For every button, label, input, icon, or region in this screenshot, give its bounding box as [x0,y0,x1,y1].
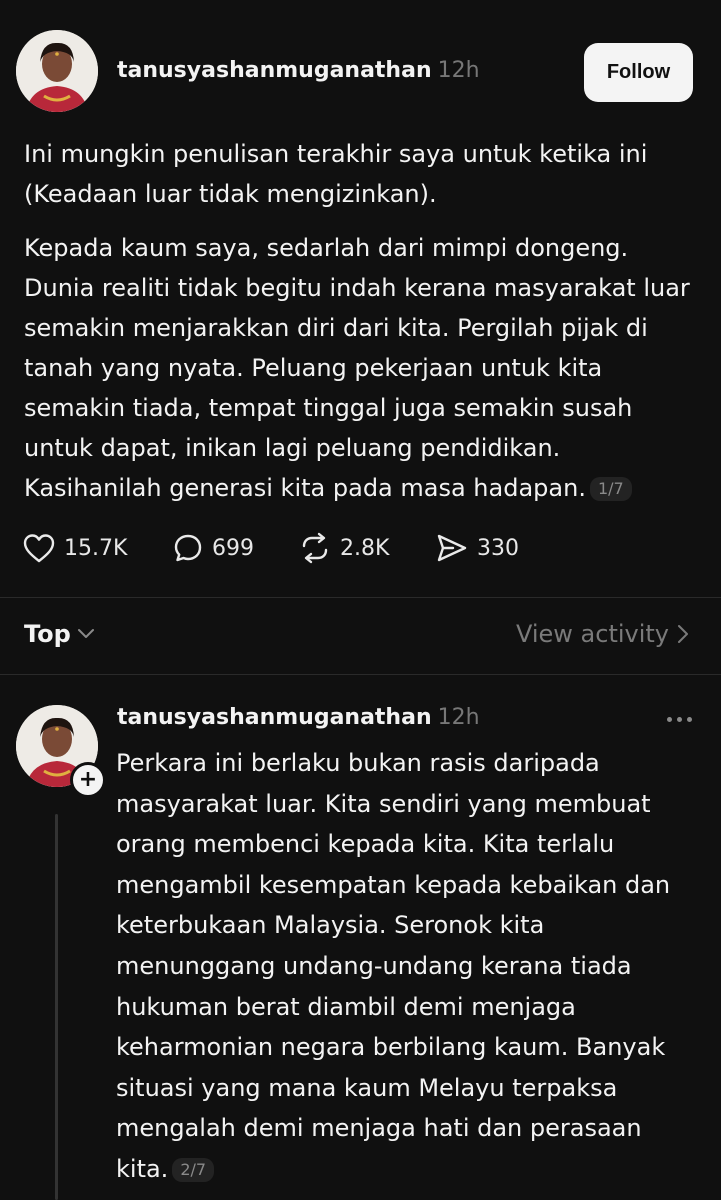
like-button[interactable]: 15.7K [22,528,127,568]
post-author[interactable]: tanusyashanmuganathan 12h [117,58,480,83]
more-dot [686,716,692,722]
sort-label: Top [24,620,71,648]
chevron-down-icon [77,629,94,638]
reply-count: 699 [212,535,254,561]
reply-text: Perkara ini berlaku bukan rasis daripada… [116,749,671,1183]
sort-dropdown[interactable]: Top [24,614,95,654]
more-options-button[interactable] [664,704,694,734]
heart-icon [23,534,55,563]
repost-button[interactable]: 2.8K [298,528,389,568]
view-activity-label: View activity [515,620,669,648]
reply-body: Perkara ini berlaku bukan rasis daripada… [116,743,696,1190]
follow-plus-icon[interactable]: + [70,762,106,798]
reply-timestamp: 12h [437,705,480,730]
avatar-image [16,30,98,112]
follow-button[interactable]: Follow [584,43,693,102]
post-paragraph-1: Ini mungkin penulisan terakhir saya untu… [24,140,648,208]
post-paragraph-2-text: Kepada kaum saya, sedarlah dari mimpi do… [24,234,690,502]
reply-button[interactable]: 699 [172,528,254,568]
reply-username-text[interactable]: tanusyashanmuganathan [117,705,432,730]
thread-pager: 1/7 [589,477,632,501]
more-dot [666,716,672,722]
section-divider [0,597,721,598]
username-text[interactable]: tanusyashanmuganathan [117,58,432,83]
view-activity-link[interactable]: View activity [516,614,689,654]
thread-line [55,814,58,1200]
thread-pager: 2/7 [172,1157,215,1182]
reply-author[interactable]: tanusyashanmuganathan 12h [117,705,480,730]
like-count: 15.7K [64,535,128,561]
repost-icon [302,532,328,564]
share-count: 330 [477,535,519,561]
share-button[interactable]: 330 [435,528,519,568]
comment-icon [174,534,202,562]
section-divider [0,674,721,675]
more-dot [676,716,682,722]
author-avatar[interactable] [16,30,98,112]
repost-count: 2.8K [340,535,390,561]
chevron-right-icon [678,625,688,643]
share-icon [437,534,467,562]
post-paragraph-2: Kepada kaum saya, sedarlah dari mimpi do… [24,228,704,508]
post-timestamp: 12h [437,58,480,83]
